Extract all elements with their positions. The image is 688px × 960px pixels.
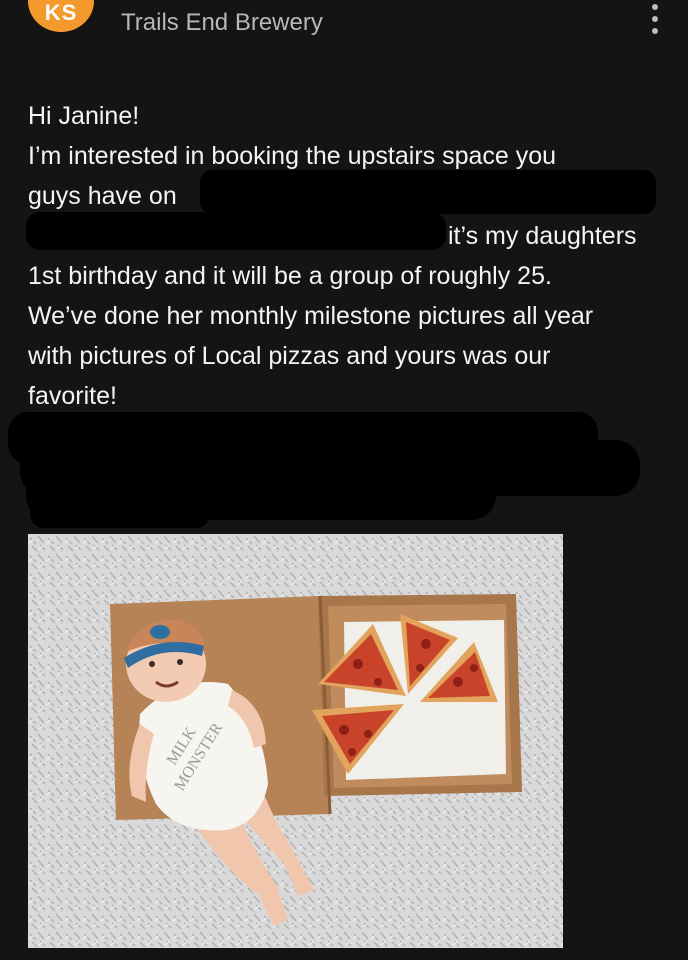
message-header: KS Trails End Brewery (0, 0, 688, 56)
photo-illustration: MILK MONSTER (28, 534, 563, 948)
dot (652, 4, 658, 10)
message-line: favorite! (28, 382, 117, 410)
dot (652, 28, 658, 34)
avatar[interactable]: KS (28, 0, 94, 32)
message-body: Hi Janine! I’m interested in booking the… (28, 96, 668, 416)
redaction-mark (30, 500, 210, 528)
redaction-mark (200, 170, 656, 214)
dot (652, 16, 658, 22)
message-line: We’ve done her monthly milestone picture… (28, 302, 594, 330)
more-vertical-icon[interactable] (644, 4, 666, 34)
avatar-initials: KS (44, 0, 78, 25)
message-line-fragment: it’s my daughters (448, 222, 637, 250)
message-line: with pictures of Local pizzas and yours … (28, 342, 551, 370)
message-line: Hi Janine! (28, 102, 140, 130)
message-line: 1st birthday and it will be a group of r… (28, 262, 552, 290)
attached-photo[interactable]: MILK MONSTER (28, 534, 563, 948)
redaction-mark (26, 212, 446, 250)
sender-name[interactable]: Trails End Brewery (121, 9, 323, 37)
message-screen: KS Trails End Brewery Hi Janine! I’m int… (0, 0, 688, 960)
